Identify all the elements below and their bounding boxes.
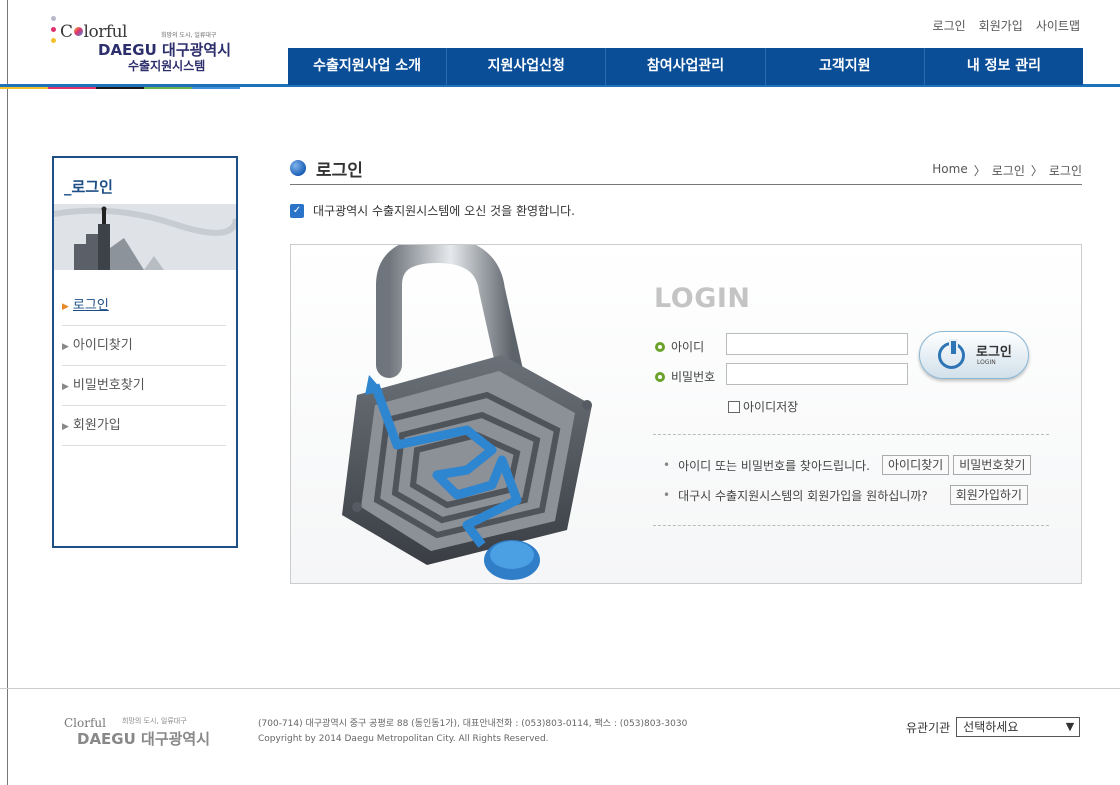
sidebar-item-label: 회원가입 (72, 418, 121, 433)
find-id-button[interactable]: 아이디찾기 (881, 455, 950, 475)
nav-my-info[interactable]: 내 정보 관리 (925, 48, 1083, 85)
related-agencies-selected: 선택하세요 (963, 720, 1019, 734)
id-label-text: 아이디 (671, 340, 705, 354)
utility-login-link[interactable]: 로그인 (933, 17, 966, 34)
sidebar-item-join[interactable]: ▶ 회원가입 (62, 406, 226, 446)
login-button[interactable]: 로그인 LOGIN (919, 331, 1029, 379)
save-id-checkbox[interactable] (728, 400, 740, 413)
footer-copyright: Copyright by 2014 Daegu Metropolitan Cit… (258, 734, 549, 744)
content-header: 로그인 Home 〉 로그인 〉 로그인 (290, 150, 1082, 185)
page-title: 로그인 (316, 161, 363, 181)
utility-nav: 로그인 회원가입 사이트맵 (933, 17, 1080, 34)
logo-color-dot-icon (73, 27, 83, 36)
password-input[interactable] (726, 363, 908, 385)
divider (653, 434, 1049, 435)
login-button-sublabel: LOGIN (977, 359, 996, 366)
breadcrumb-item[interactable]: 로그인 (992, 162, 1025, 179)
footer-logo-tagline: 희망의 도시, 일류대구 (122, 717, 187, 725)
footer-address: (700-714) 대구광역시 중구 공평로 88 (동인동1가), 대표안내전… (258, 719, 688, 729)
sidebar-item-label: 아이디찾기 (72, 338, 133, 353)
breadcrumb-current: 로그인 (1048, 164, 1082, 178)
arrow-right-icon: ▶ (62, 382, 69, 392)
password-label-text: 비밀번호 (671, 370, 716, 384)
nav-export-support-intro[interactable]: 수출지원사업 소개 (288, 48, 448, 85)
sidebar: _로그인 ▶ 로그인 ▶ 아이디찾기 ▶ 비밀번호찾기 ▶ 회원가입 (52, 156, 238, 548)
stairs-illustration-icon (54, 204, 236, 270)
join-help-text: 대구시 수출지원시스템의 회원가입을 원하십니까? (678, 488, 928, 503)
related-agencies-select[interactable]: 선택하세요 ▼ (956, 717, 1081, 737)
breadcrumb-separator: 〉 (1030, 164, 1043, 178)
find-account-help: • 아이디 또는 비밀번호를 찾아드립니다. 아이디찾기 비밀번호찾기 (663, 455, 1032, 475)
login-button-label: 로그인 (976, 345, 1012, 360)
sidebar-banner-image (54, 204, 236, 270)
utility-join-link[interactable]: 회원가입 (979, 17, 1023, 34)
bullet-dot-icon: • (663, 458, 671, 472)
id-label: 아이디 (655, 338, 704, 355)
join-button[interactable]: 회원가입하기 (949, 485, 1028, 505)
welcome-message: ✓ 대구광역시 수출지원시스템에 오신 것을 환영합니다. (290, 202, 575, 219)
bullet-circle-icon (655, 341, 665, 352)
bullet-dot-icon: • (663, 488, 671, 502)
login-heading: LOGIN (654, 283, 751, 314)
sidebar-item-label: 로그인 (72, 298, 109, 313)
breadcrumb-home[interactable]: Home (932, 162, 967, 179)
check-icon: ✓ (290, 203, 304, 218)
utility-sitemap-link[interactable]: 사이트맵 (1036, 17, 1080, 34)
login-panel: LOGIN 아이디 비밀번호 아이디저장 로그인 LOGIN • 아이디 또는 … (290, 244, 1082, 584)
sidebar-item-label: 비밀번호찾기 (72, 378, 145, 393)
save-id-label: 아이디저장 (743, 400, 799, 414)
sidebar-title: _로그인 (64, 178, 113, 196)
footer-divider (0, 688, 1120, 689)
padlock-maze-illustration-icon (342, 245, 592, 580)
join-help: • 대구시 수출지원시스템의 회원가입을 원하십니까? 회원가입하기 (663, 485, 1028, 505)
title-bullet-icon (290, 160, 306, 176)
arrow-right-icon: ▶ (62, 422, 69, 432)
arrow-right-icon: ▶ (62, 342, 69, 352)
footer-logo: Clorful 희망의 도시, 일류대구 DAEGU 대구광역시 (64, 710, 244, 750)
arrow-right-icon: ▶ (62, 302, 69, 312)
find-account-text: 아이디 또는 비밀번호를 찾아드립니다. (678, 458, 870, 473)
divider (653, 525, 1049, 526)
find-password-button[interactable]: 비밀번호찾기 (953, 455, 1032, 475)
nav-bar: 수출지원사업 소개 지원사업신청 참여사업관리 고객지원 내 정보 관리 (288, 48, 1083, 85)
password-label: 비밀번호 (655, 368, 715, 385)
nav-customer-support[interactable]: 고객지원 (766, 48, 925, 85)
power-icon (938, 339, 965, 369)
bullet-circle-icon (655, 371, 665, 382)
related-agencies-label: 유관기관 (906, 720, 951, 735)
page-frame-line (7, 0, 8, 785)
welcome-text: 대구광역시 수출지원시스템에 오신 것을 환영합니다. (313, 204, 575, 218)
nav-support-apply[interactable]: 지원사업신청 (447, 48, 607, 85)
footer-address-block: (700-714) 대구광역시 중구 공평로 88 (동인동1가), 대표안내전… (258, 717, 687, 747)
sidebar-item-find-password[interactable]: ▶ 비밀번호찾기 (62, 366, 226, 406)
logo-tagline: 희망의 도시, 일류대구 (161, 32, 217, 39)
sidebar-item-find-id[interactable]: ▶ 아이디찾기 (62, 326, 226, 366)
id-input[interactable] (726, 333, 908, 355)
sidebar-item-login[interactable]: ▶ 로그인 (62, 286, 226, 326)
nav-participation-manage[interactable]: 참여사업관리 (606, 48, 766, 85)
related-agencies: 유관기관 선택하세요 ▼ (906, 717, 1081, 737)
breadcrumb-separator: 〉 (973, 164, 986, 178)
sidebar-menu: ▶ 로그인 ▶ 아이디찾기 ▶ 비밀번호찾기 ▶ 회원가입 (62, 286, 226, 446)
footer-logo-daegu: DAEGU 대구광역시 (77, 730, 211, 748)
breadcrumb: Home 〉 로그인 〉 로그인 (932, 162, 1082, 179)
save-id-option[interactable]: 아이디저장 (728, 398, 798, 415)
global-nav: 수출지원사업 소개 지원사업신청 참여사업관리 고객지원 내 정보 관리 (0, 46, 1120, 91)
chevron-down-icon: ▼ (1065, 720, 1075, 733)
